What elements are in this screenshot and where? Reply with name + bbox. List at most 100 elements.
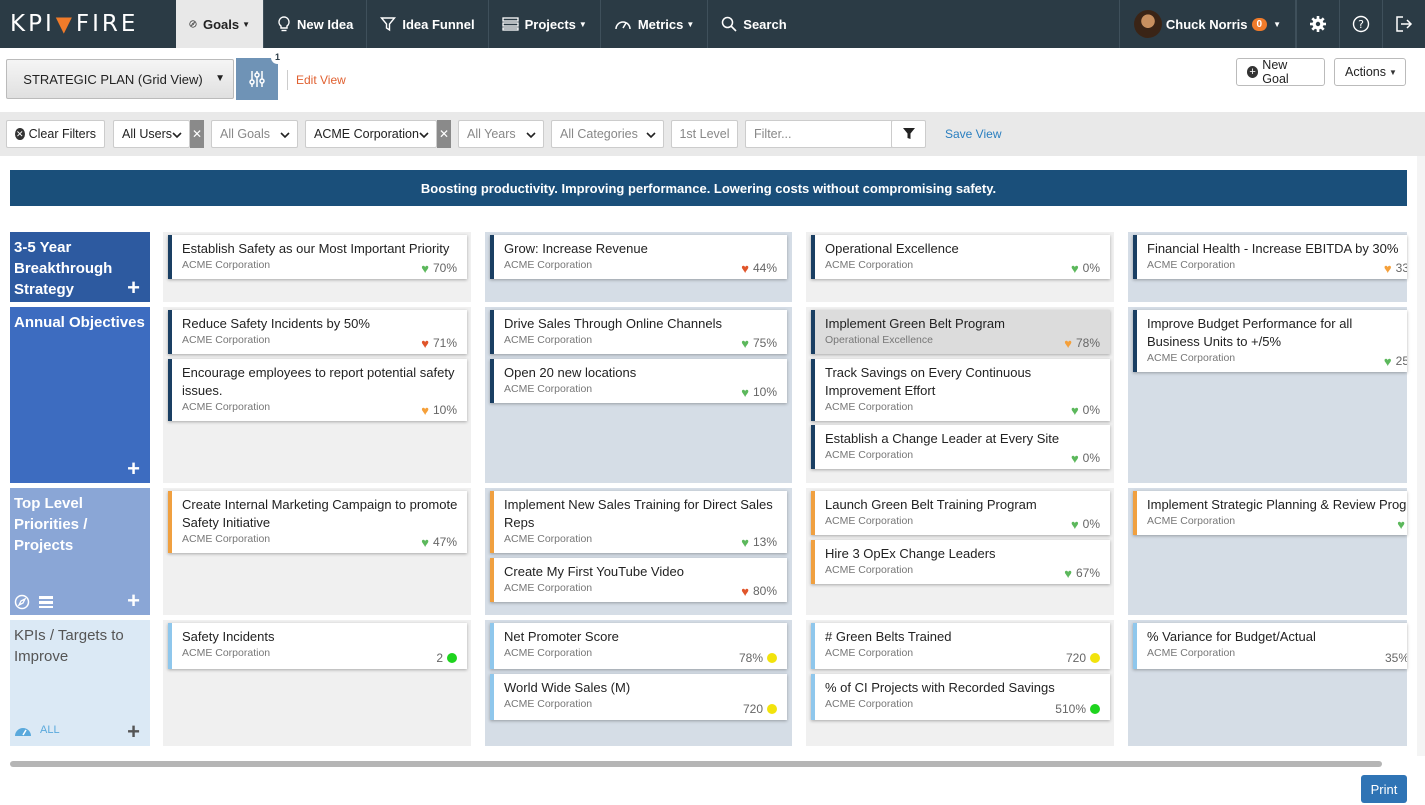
users-filter[interactable]: All Users	[113, 120, 190, 148]
caret-down-icon: ▼	[1389, 67, 1397, 77]
nav-metrics[interactable]: Metrics ▼	[601, 0, 709, 48]
view-settings-button[interactable]	[236, 58, 278, 100]
remove-users-filter-button[interactable]: ✕	[190, 120, 204, 148]
logout-icon	[1396, 16, 1413, 32]
kpi-card[interactable]: Safety Incidents ACME Corporation 2	[168, 623, 467, 669]
new-goal-button[interactable]: + New Goal	[1236, 58, 1325, 86]
heart-icon: ♥	[741, 335, 749, 351]
goal-card-highlighted[interactable]: Implement Green Belt Program Operational …	[811, 310, 1110, 354]
clear-filters-button[interactable]: ✕ Clear Filters	[6, 120, 105, 148]
remove-company-filter-button[interactable]: ✕	[437, 120, 451, 148]
settings-button[interactable]	[1296, 0, 1339, 48]
row-label-kpis: KPIs / Targets to Improve ALL +	[10, 620, 150, 746]
project-card[interactable]: Hire 3 OpEx Change Leaders ACME Corporati…	[811, 540, 1110, 584]
nav-idea-funnel[interactable]: Idea Funnel	[367, 0, 489, 48]
goal-card[interactable]: Grow: Increase Revenue ACME Corporation ♥…	[490, 235, 787, 279]
funnel-icon	[902, 128, 915, 139]
kpi-card[interactable]: World Wide Sales (M) ACME Corporation 720	[490, 674, 787, 720]
view-select[interactable]: STRATEGIC PLAN (Grid View) ▼	[6, 59, 234, 99]
heart-icon: ♥	[1383, 353, 1392, 369]
all-kpis-link[interactable]: ALL	[40, 720, 60, 741]
user-menu[interactable]: Chuck Norris 0 ▼	[1118, 0, 1296, 48]
caret-down-icon: ▼	[578, 19, 587, 29]
project-card[interactable]: Create Internal Marketing Campaign to pr…	[168, 491, 467, 553]
heart-icon: ♥	[1070, 450, 1079, 466]
heart-icon: ♥	[741, 384, 749, 400]
add-strategy-button[interactable]: +	[127, 277, 140, 299]
add-objective-button[interactable]: +	[127, 458, 140, 480]
goal-card[interactable]: Track Savings on Every Continuous Improv…	[811, 359, 1110, 421]
sliders-icon	[249, 71, 265, 87]
goal-card[interactable]: Reduce Safety Incidents by 50% ACME Corpo…	[168, 310, 467, 354]
goal-card[interactable]: Drive Sales Through Online Channels ACME …	[490, 310, 787, 354]
view-bar: STRATEGIC PLAN (Grid View) ▼ 1 Edit View …	[0, 48, 1425, 112]
add-kpi-button[interactable]: +	[127, 721, 140, 743]
gauge-icon	[15, 727, 31, 736]
horizontal-scrollbar[interactable]	[10, 761, 1382, 767]
projects-icon	[501, 17, 519, 31]
heart-icon: ♥	[1070, 260, 1079, 276]
heart-icon: ♥	[741, 583, 749, 599]
vertical-scrollbar[interactable]	[1417, 156, 1425, 756]
filter-count-badge: 1	[271, 51, 284, 64]
kpifire-logo[interactable]: KPI ▼ FIRE	[0, 0, 176, 48]
nav-new-idea[interactable]: New Idea	[264, 0, 368, 48]
select-arrows-icon: ▼	[215, 73, 225, 84]
goal-card[interactable]: Open 20 new locations ACME Corporation ♥ 1…	[490, 359, 787, 403]
notification-badge: 0	[1251, 17, 1268, 31]
nav-search[interactable]: Search	[708, 0, 799, 48]
kpi-card[interactable]: % of CI Projects with Recorded Savings AC…	[811, 674, 1110, 720]
goal-card[interactable]: Establish a Change Leader at Every Site A…	[811, 425, 1110, 469]
heart-icon: ♥	[421, 402, 429, 418]
row-label-strategy: 3-5 Year Breakthrough Strategy +	[10, 232, 150, 302]
goal-card[interactable]: Improve Budget Performance for all Busin…	[1133, 310, 1407, 372]
edit-view-link[interactable]: Edit View	[287, 70, 346, 90]
apply-filter-button[interactable]	[891, 120, 926, 148]
heart-icon: ♥	[421, 534, 429, 550]
save-view-link[interactable]: Save View	[945, 127, 1001, 141]
caret-down-icon: ▼	[686, 19, 695, 29]
plus-circle-icon: +	[1247, 66, 1259, 78]
goal-card[interactable]: Financial Health - Increase EBITDA by 30…	[1133, 235, 1407, 279]
actions-button[interactable]: Actions ▼	[1334, 58, 1406, 86]
heart-icon: ♥	[1383, 260, 1392, 276]
categories-filter[interactable]: All Categories	[551, 120, 664, 148]
kpi-card[interactable]: # Green Belts Trained ACME Corporation 72…	[811, 623, 1110, 669]
project-card[interactable]: Create My First YouTube Video ACME Corpor…	[490, 558, 787, 602]
filter-input[interactable]: Filter...	[745, 120, 893, 148]
flame-icon: ▼	[55, 12, 75, 36]
heart-icon: ♥	[1070, 516, 1079, 532]
status-dot	[767, 704, 777, 714]
status-dot	[1090, 653, 1100, 663]
logout-button[interactable]	[1382, 0, 1425, 48]
gauge-icon	[615, 21, 631, 30]
nav-goals[interactable]: Goals ▼	[176, 0, 264, 48]
project-card[interactable]: Launch Green Belt Training Program ACME C…	[811, 491, 1110, 535]
goal-card[interactable]: Encourage employees to report potential …	[168, 359, 467, 421]
kpi-card[interactable]: % Variance for Budget/Actual ACME Corpora…	[1133, 623, 1407, 669]
search-icon	[722, 16, 737, 32]
project-card[interactable]: Implement Strategic Planning & Review Pr…	[1133, 491, 1407, 535]
mission-banner: Boosting productivity. Improving perform…	[10, 170, 1407, 206]
help-button[interactable]: ?	[1339, 0, 1382, 48]
caret-down-icon: ▼	[1273, 19, 1281, 29]
heart-icon: ♥	[1064, 335, 1072, 351]
project-card[interactable]: Implement New Sales Training for Direct …	[490, 491, 787, 553]
projects-icon[interactable]	[38, 595, 54, 609]
goals-filter[interactable]: All Goals	[211, 120, 298, 148]
kpi-card[interactable]: Net Promoter Score ACME Corporation 78%	[490, 623, 787, 669]
level-filter-button[interactable]: 1st Level	[671, 120, 738, 148]
add-project-button[interactable]: +	[127, 590, 140, 612]
years-filter[interactable]: All Years	[458, 120, 544, 148]
heart-icon: ♥	[1397, 517, 1405, 532]
print-button[interactable]: Print	[1361, 775, 1407, 803]
row-label-projects: Top Level Priorities / Projects +	[10, 488, 150, 615]
caret-down-icon: ▼	[242, 19, 250, 29]
company-filter[interactable]: ACME Corporation	[305, 120, 437, 148]
goal-card[interactable]: Operational Excellence ACME Corporation ♥…	[811, 235, 1110, 279]
nav-projects[interactable]: Projects ▼	[489, 0, 601, 48]
goal-card[interactable]: Establish Safety as our Most Important P…	[168, 235, 467, 279]
help-icon: ?	[1352, 15, 1370, 33]
top-nav: KPI ▼ FIRE Goals ▼ New Idea Idea Funnel Pro…	[0, 0, 1425, 48]
compass-icon[interactable]	[14, 594, 30, 610]
